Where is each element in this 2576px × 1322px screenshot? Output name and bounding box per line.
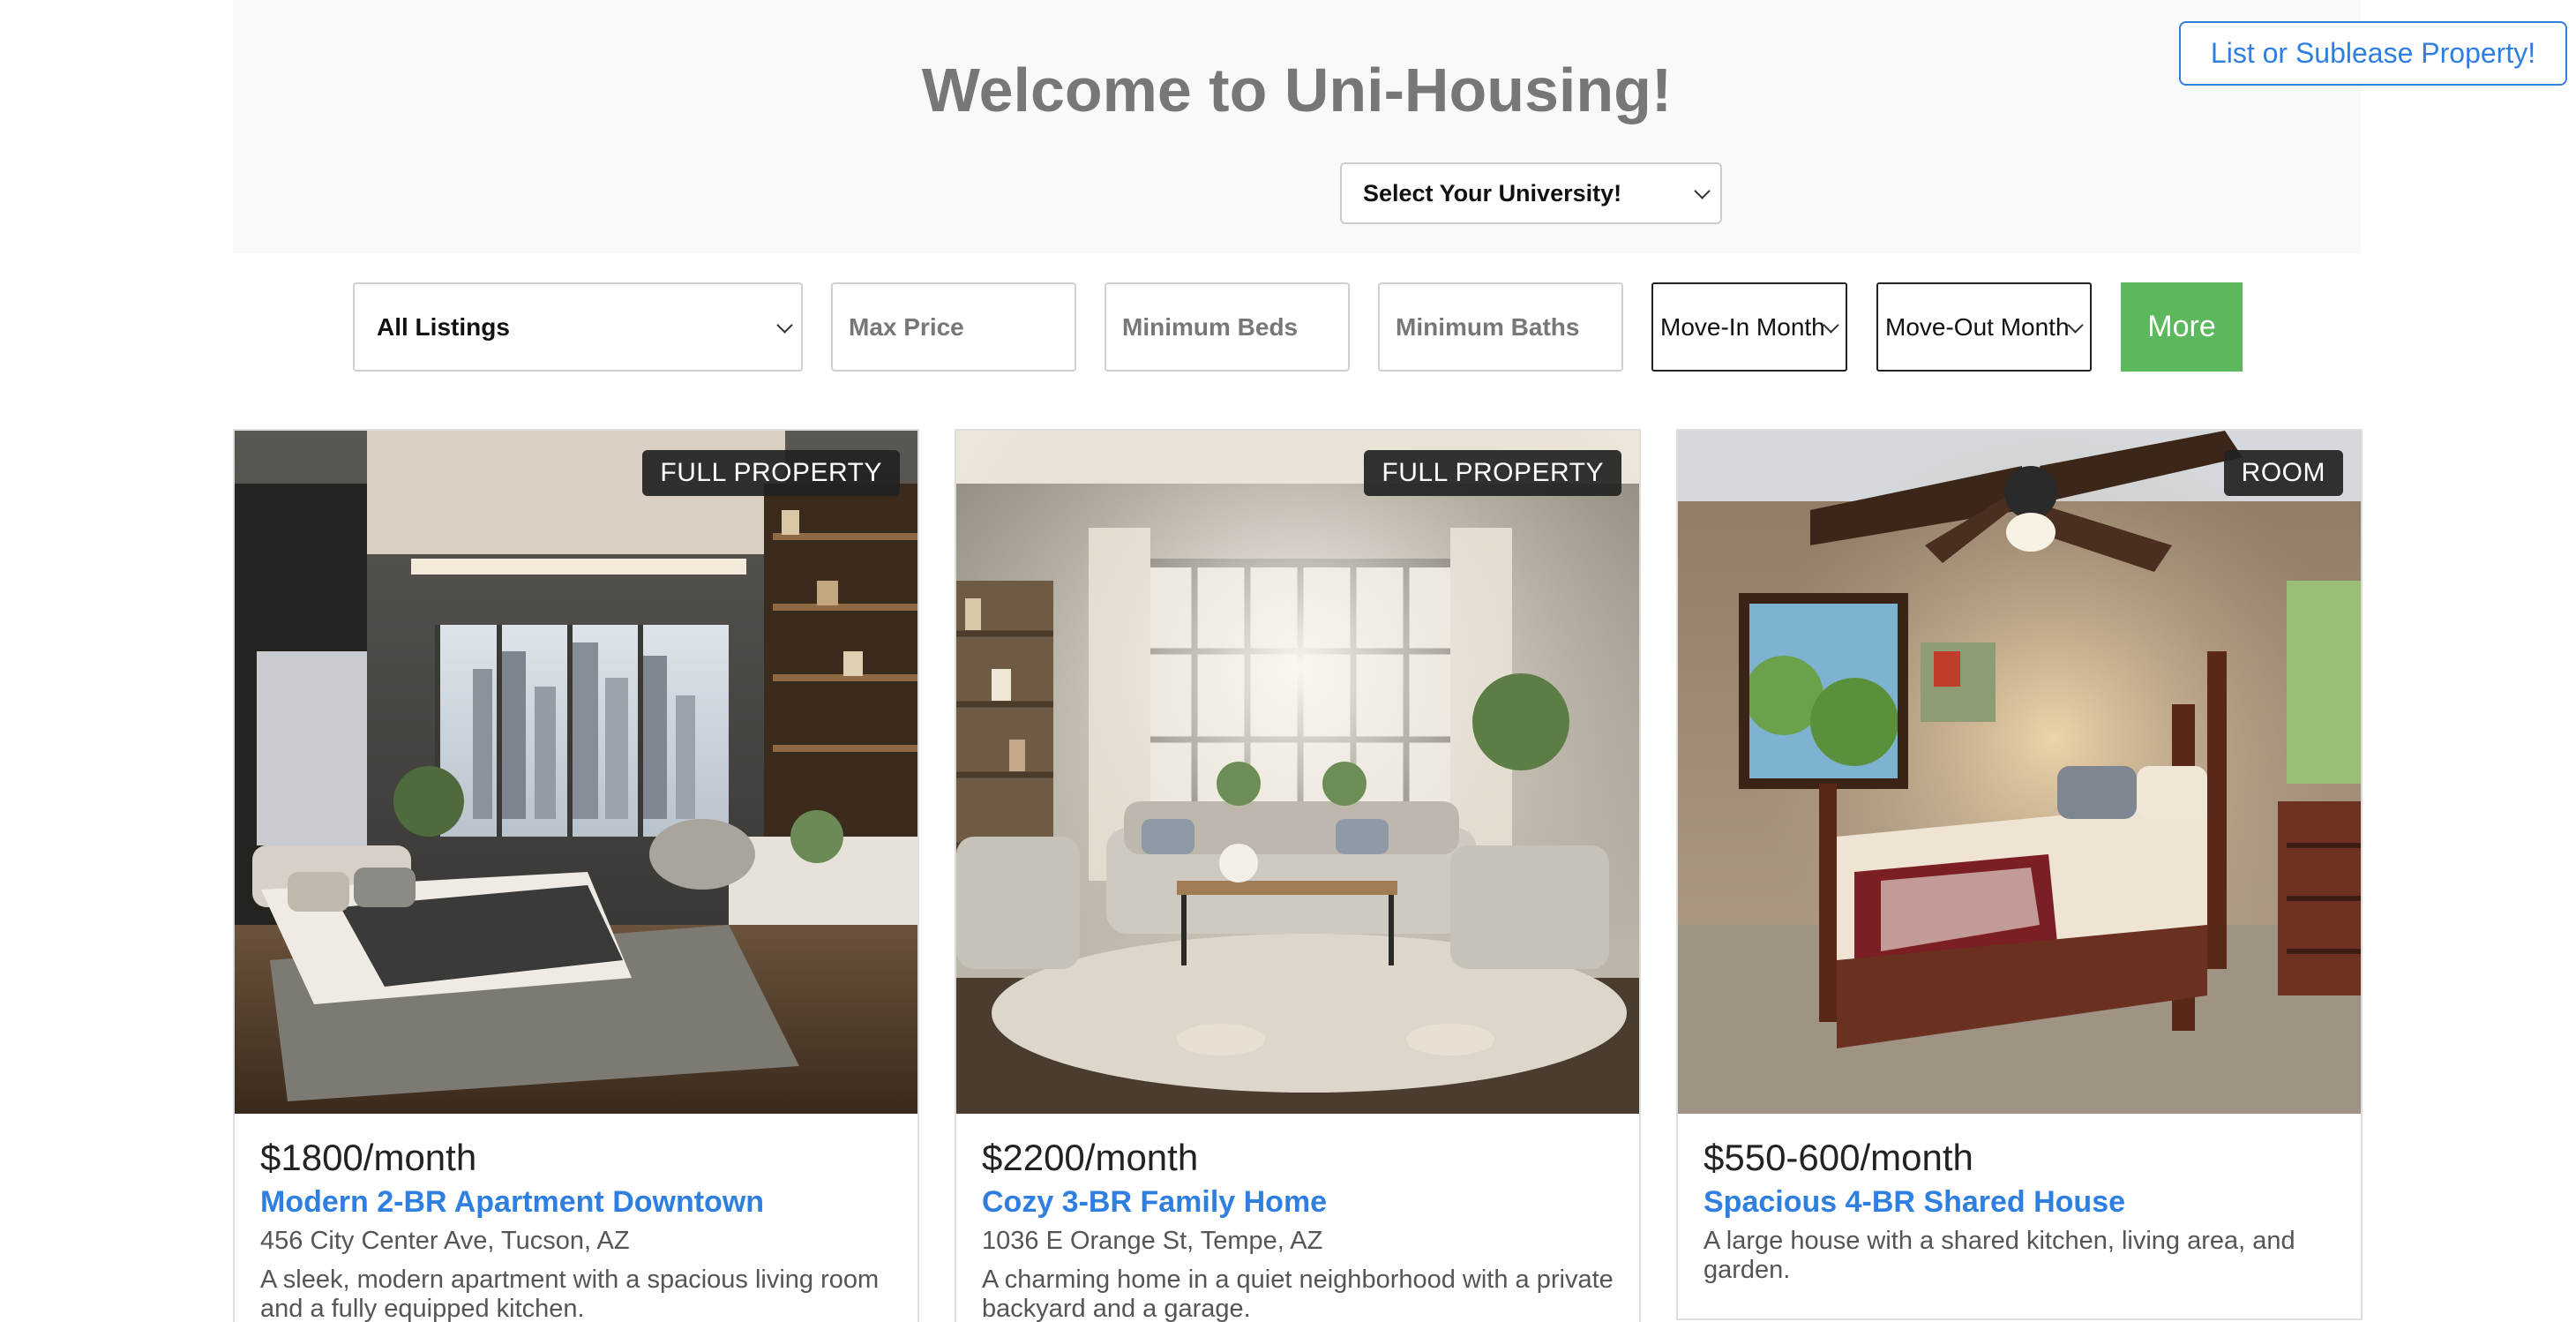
property-type-badge: FULL PROPERTY <box>642 450 900 496</box>
hero-header: Welcome to Uni-Housing! List or Sublease… <box>233 0 2567 253</box>
listing-card[interactable]: FULL PROPERTY $1800/month Modern 2-BR Ap… <box>233 429 919 1322</box>
university-select-label: Select Your University! <box>1363 179 1622 207</box>
listing-description: A large house with a shared kitchen, liv… <box>1704 1227 2295 1284</box>
move-out-select[interactable]: Move-Out Month <box>1876 282 2092 372</box>
property-type-badge: ROOM <box>2223 450 2343 496</box>
listing-photo[interactable]: FULL PROPERTY <box>235 431 917 1114</box>
chevron-down-icon <box>2067 317 2084 334</box>
listing-price: $550-600/month <box>1704 1137 1973 1178</box>
listing-type-select[interactable]: All Listings <box>353 282 803 372</box>
max-price-placeholder: Max Price <box>849 312 964 341</box>
listing-card[interactable]: ROOM $550-600/month Spacious 4-BR Shared… <box>1676 429 2363 1320</box>
chevron-down-icon <box>776 317 793 334</box>
max-price-input[interactable]: Max Price <box>831 282 1076 372</box>
listing-type-label: All Listings <box>377 312 510 341</box>
listing-address: 456 City Center Ave, Tucson, AZ <box>260 1227 630 1255</box>
page-title: Welcome to Uni-Housing! <box>921 56 1673 124</box>
chevron-down-icon <box>1694 183 1711 199</box>
listing-price: $2200/month <box>982 1137 1199 1178</box>
listing-card[interactable]: FULL PROPERTY $2200/month Cozy 3-BR Fami… <box>955 429 1641 1322</box>
listing-title-link[interactable]: Spacious 4-BR Shared House <box>1704 1185 2125 1220</box>
listing-photo[interactable]: ROOM <box>1678 431 2361 1114</box>
listing-photo[interactable]: FULL PROPERTY <box>956 431 1639 1114</box>
listing-title-link[interactable]: Modern 2-BR Apartment Downtown <box>260 1185 764 1220</box>
move-in-select[interactable]: Move-In Month <box>1651 282 1847 372</box>
listing-address: 1036 E Orange St, Tempe, AZ <box>982 1227 1323 1255</box>
university-select[interactable]: Select Your University! <box>1340 162 1722 224</box>
min-beds-placeholder: Minimum Beds <box>1122 312 1299 341</box>
min-beds-input[interactable]: Minimum Beds <box>1105 282 1350 372</box>
min-baths-input[interactable]: Minimum Baths <box>1378 282 1623 372</box>
listing-description: A charming home in a quiet neighborhood … <box>982 1266 1614 1322</box>
listing-description: A sleek, modern apartment with a spaciou… <box>260 1266 880 1322</box>
listing-price: $1800/month <box>260 1137 477 1178</box>
move-in-label: Move-In Month <box>1660 312 1825 341</box>
move-out-label: Move-Out Month <box>1885 312 2070 341</box>
list-property-button[interactable]: List or Sublease Property! <box>2179 21 2567 86</box>
listing-title-link[interactable]: Cozy 3-BR Family Home <box>982 1185 1327 1220</box>
chevron-down-icon <box>1823 317 1839 334</box>
property-type-badge: FULL PROPERTY <box>1364 450 1621 496</box>
min-baths-placeholder: Minimum Baths <box>1396 312 1580 341</box>
more-filters-button[interactable]: More <box>2121 282 2243 372</box>
